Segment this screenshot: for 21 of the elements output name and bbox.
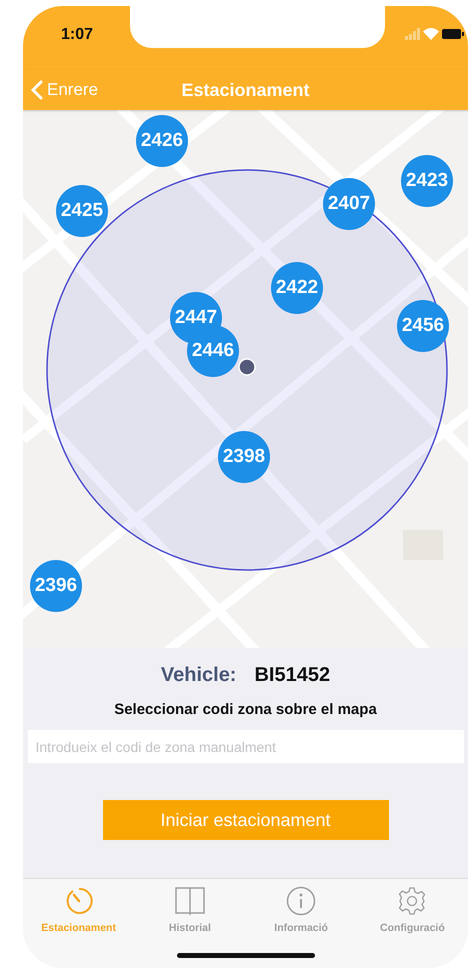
vehicle-label: Vehicle: — [160, 664, 236, 687]
settings-icon — [397, 886, 428, 916]
wifi-icon — [423, 28, 439, 40]
book-icon — [174, 886, 206, 916]
status-time: 1:07 — [61, 26, 94, 44]
tab[interactable]: Configuració — [356, 879, 468, 934]
zone-code-field[interactable]: Introdueix el codi de zona manualment — [28, 730, 464, 763]
tab[interactable]: Historial — [134, 879, 246, 934]
tab[interactable]: Informació — [246, 879, 357, 934]
back-button[interactable]: Enrere — [23, 80, 98, 100]
back-chevron-icon — [31, 80, 43, 100]
signal-icon — [405, 28, 421, 40]
tab[interactable]: Estacionament — [23, 879, 134, 934]
vehicle-plate: BI51452 — [254, 664, 330, 687]
stopwatch-icon — [64, 886, 94, 916]
battery-icon — [442, 28, 464, 40]
start-parking-button[interactable]: Iniciar estacionament — [102, 800, 388, 840]
screen-title: Estacionament — [181, 80, 310, 100]
location-dot — [238, 358, 256, 376]
instruction-text: Seleccionar codi zona sobre el mapa — [114, 701, 377, 718]
info-icon — [286, 886, 316, 916]
